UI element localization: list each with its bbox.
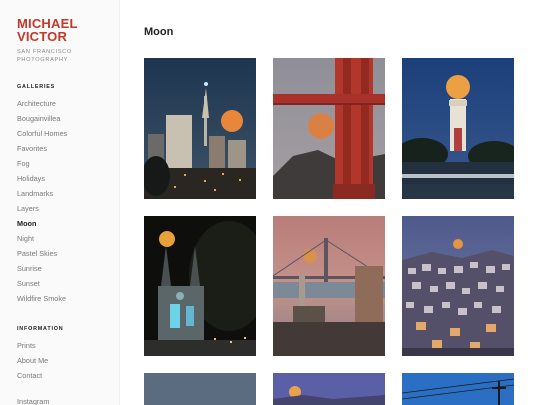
sidebar-item-wildfire-smoke[interactable]: Wildfire Smoke — [17, 294, 66, 303]
photo-church-spires-moon[interactable] — [144, 216, 256, 356]
sidebar-item-architecture[interactable]: Architecture — [17, 99, 56, 108]
sidebar-item-prints[interactable]: Prints — [17, 341, 36, 350]
photo-dusk-sky-image — [144, 373, 256, 405]
tagline-line-2: PHOTOGRAPHY — [17, 57, 69, 63]
sidebar-item-sunrise[interactable]: Sunrise — [17, 264, 42, 273]
sidebar-item-sunset[interactable]: Sunset — [17, 279, 40, 288]
photo-twilight-moon[interactable] — [273, 373, 385, 405]
sidebar-item-about-me[interactable]: About Me — [17, 356, 48, 365]
photo-skyline-moon[interactable] — [144, 58, 256, 199]
photo-bay-bridge-moon-image — [273, 216, 385, 356]
site-tagline: SAN FRANCISCO PHOTOGRAPHY — [17, 48, 72, 64]
sidebar-item-bougainvillea[interactable]: Bougainvillea — [17, 114, 60, 123]
information-heading: INFORMATION — [17, 326, 64, 332]
sidebar-item-colorful-homes[interactable]: Colorful Homes — [17, 129, 67, 138]
page-title: Moon — [144, 26, 174, 38]
sidebar-item-moon[interactable]: Moon — [17, 219, 36, 228]
sidebar-item-contact[interactable]: Contact — [17, 371, 42, 380]
photo-golden-gate-moon-image — [273, 58, 385, 199]
photo-coit-tower-moon[interactable] — [402, 58, 514, 199]
sidebar-item-night[interactable]: Night — [17, 234, 34, 243]
photo-bay-bridge-moon[interactable] — [273, 216, 385, 356]
photo-power-lines-image — [402, 373, 514, 405]
sidebar-item-landmarks[interactable]: Landmarks — [17, 189, 53, 198]
sidebar-item-layers[interactable]: Layers — [17, 204, 39, 213]
photo-church-spires-moon-image — [144, 216, 256, 356]
photo-twilight-moon-image — [273, 373, 385, 405]
photo-dusk-sky[interactable] — [144, 373, 256, 405]
brand-line-2: VICTOR — [17, 29, 68, 44]
photo-golden-gate-moon[interactable] — [273, 58, 385, 199]
photo-coit-tower-moon-image — [402, 58, 514, 199]
sidebar-item-pastel-skies[interactable]: Pastel Skies — [17, 249, 57, 258]
galleries-heading: GALLERIES — [17, 84, 56, 90]
tagline-line-1: SAN FRANCISCO — [17, 49, 73, 55]
sidebar-item-instagram[interactable]: Instagram — [17, 397, 49, 405]
photo-skyline-moon-image — [144, 58, 256, 199]
sidebar-item-holidays[interactable]: Holidays — [17, 174, 45, 183]
sidebar-item-fog[interactable]: Fog — [17, 159, 30, 168]
photo-hillside-homes-moon-image — [402, 216, 514, 356]
photo-power-lines[interactable] — [402, 373, 514, 405]
sidebar-item-favorites[interactable]: Favorites — [17, 144, 47, 153]
photo-hillside-homes-moon[interactable] — [402, 216, 514, 356]
site-logo[interactable]: MICHAEL VICTOR — [17, 17, 78, 43]
sidebar: MICHAEL VICTOR SAN FRANCISCO PHOTOGRAPHY… — [0, 0, 120, 405]
